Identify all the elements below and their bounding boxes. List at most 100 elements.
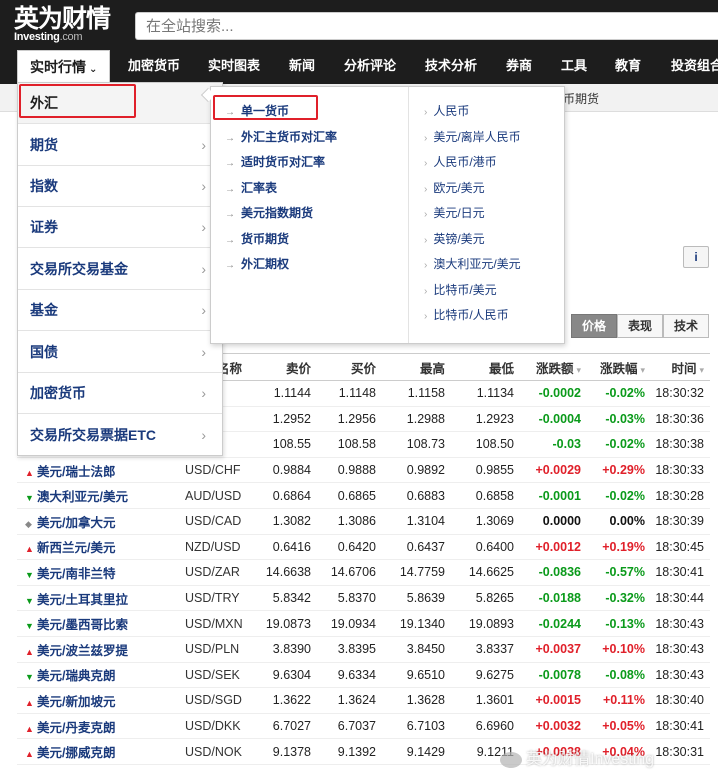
pair-name: 美元/南非兰特 <box>37 566 116 581</box>
top-bar: 英为财情 Investing.com <box>0 0 718 48</box>
pair-name-link[interactable]: ▲ 新西兰元/美元 <box>17 534 181 561</box>
nav-news[interactable]: 新闻 <box>289 48 315 84</box>
menu-item-funds[interactable]: 基金 › <box>18 290 222 331</box>
col-header-ask[interactable]: 买价 <box>317 353 382 381</box>
submenu-btc-cny[interactable]: › 比特币/人民币 <box>424 306 509 323</box>
menu-item-futures[interactable]: 期货 › <box>18 125 222 166</box>
pair-name-link[interactable]: ▼ 澳大利亚元/美元 <box>17 482 181 509</box>
table-row[interactable]: ▼ 美元/瑞典克朗 USD/SEK 9.6304 9.6334 9.6510 9.6275-… <box>17 662 710 689</box>
menu-item-etcs[interactable]: 交易所交易票据ETC › <box>18 415 222 456</box>
cell-sym: USD/CHF <box>181 457 255 484</box>
col-header-change-pct[interactable]: 涨跌幅 ▾ <box>587 353 651 381</box>
pair-name-link[interactable]: ▲ 美元/挪威克朗 <box>17 738 181 765</box>
menu-item-crypto[interactable]: 加密货币 › <box>18 373 222 414</box>
submenu-major-pairs[interactable]: → 外汇主货币对汇率 <box>225 128 337 145</box>
pair-name-link[interactable]: ▲ 美元/丹麦克朗 <box>17 713 181 740</box>
cell-time: 18:30:32 <box>651 380 710 407</box>
cell-high: 3.8450 <box>382 636 451 663</box>
submenu-single-currency[interactable]: → 单一货币 <box>225 102 289 119</box>
nav-crypto[interactable]: 加密货币 <box>128 48 180 84</box>
cell-ask: 3.8395 <box>317 636 382 663</box>
arrow-right-icon: → <box>225 133 235 144</box>
pair-name-link[interactable]: ▲ 美元/波兰兹罗提 <box>17 636 181 663</box>
col-header-low[interactable]: 最低 <box>451 353 520 381</box>
table-row[interactable]: ▲ 美元/新加坡元 USD/SGD 1.3622 1.3624 1.3628 1.3601 +… <box>17 687 710 714</box>
sub-nav-item[interactable]: 币期货 <box>563 90 599 107</box>
submenu-aud-usd[interactable]: › 澳大利亚元/美元 <box>424 255 521 272</box>
cell-chg: -0.0836 <box>520 559 587 586</box>
col-header-time-label: 时间 <box>671 361 697 376</box>
submenu-fx-options[interactable]: → 外汇期权 <box>225 255 289 272</box>
pair-name-link[interactable]: ◆ 美元/加拿大元 <box>17 508 181 535</box>
chevron-right-icon: › <box>201 178 206 194</box>
col-header-change[interactable]: 涨跌额 ▾ <box>520 353 587 381</box>
table-row[interactable]: ▼ 澳大利亚元/美元 AUD/USD 0.6864 0.6865 0.6883 0.6858… <box>17 482 710 509</box>
nav-technical[interactable]: 技术分析 <box>425 48 477 84</box>
submenu-usd-jpy[interactable]: › 美元/日元 <box>424 204 485 221</box>
menu-item-label: 期货 <box>30 137 58 153</box>
pair-name-link[interactable]: ▼ 美元/瑞典克朗 <box>17 662 181 689</box>
cell-high: 108.73 <box>382 431 451 458</box>
tab-technical[interactable]: 技术 <box>663 314 709 338</box>
search-input[interactable] <box>136 13 718 39</box>
info-icon[interactable]: i <box>683 246 709 268</box>
arrow-down-icon: ▼ <box>25 595 34 606</box>
nav-analysis[interactable]: 分析评论 <box>344 48 396 84</box>
pair-name-link[interactable]: ▲ 美元/新加坡元 <box>17 687 181 714</box>
cell-low: 0.6858 <box>451 482 520 509</box>
pair-name-link[interactable]: ▲ 美元/瑞士法郎 <box>17 457 181 484</box>
submenu-cny[interactable]: › 人民币 <box>424 102 469 119</box>
cell-high: 1.1158 <box>382 380 451 407</box>
nav-portfolio[interactable]: 投资组合 <box>671 48 718 84</box>
cell-sym: USD/MXN <box>181 610 255 637</box>
nav-live-charts[interactable]: 实时图表 <box>208 48 260 84</box>
site-logo[interactable]: 英为财情 Investing.com <box>14 6 111 43</box>
table-row[interactable]: ◆ 美元/加拿大元 USD/CAD 1.3082 1.3086 1.3104 1.3069 0… <box>17 508 710 535</box>
tab-price[interactable]: 价格 <box>571 314 617 338</box>
menu-item-bonds[interactable]: 国债 › <box>18 332 222 373</box>
col-header-time[interactable]: 时间 ▾ <box>651 353 710 381</box>
submenu-rate-table[interactable]: → 汇率表 <box>225 179 277 196</box>
cell-time: 18:30:38 <box>651 431 710 458</box>
submenu-cny-hkd[interactable]: › 人民币/港币 <box>424 153 497 170</box>
submenu-currency-futures[interactable]: → 货币期货 <box>225 230 289 247</box>
table-row[interactable]: ▼ 美元/南非兰特 USD/ZAR 14.6638 14.6706 14.7759 14.6… <box>17 559 710 586</box>
menu-item-label: 指数 <box>30 178 58 194</box>
pair-name-link[interactable]: ▼ 美元/墨西哥比索 <box>17 610 181 637</box>
tab-performance[interactable]: 表现 <box>617 314 663 338</box>
cell-pct: -0.02% <box>587 380 651 407</box>
table-row[interactable]: ▲ 美元/丹麦克朗 USD/DKK 6.7027 6.7037 6.7103 6.6960 +… <box>17 713 710 740</box>
table-row[interactable]: ▲ 美元/波兰兹罗提 USD/PLN 3.8390 3.8395 3.8450 3.8337… <box>17 636 710 663</box>
submenu-gbp-usd[interactable]: › 英镑/美元 <box>424 230 485 247</box>
nav-tools[interactable]: 工具 <box>561 48 587 84</box>
pair-name: 美元/丹麦克朗 <box>37 720 116 735</box>
table-row[interactable]: ▲ 新西兰元/美元 NZD/USD 0.6416 0.6420 0.6437 0.6400 +… <box>17 534 710 561</box>
pair-name-link[interactable]: ▼ 美元/土耳其里拉 <box>17 585 181 612</box>
menu-item-stocks[interactable]: 证券 › <box>18 207 222 248</box>
submenu-btc-usd[interactable]: › 比特币/美元 <box>424 281 497 298</box>
nav-education[interactable]: 教育 <box>615 48 641 84</box>
submenu-live-pairs[interactable]: → 适时货币对汇率 <box>225 153 325 170</box>
col-header-bid[interactable]: 卖价 <box>255 353 317 381</box>
table-row[interactable]: ▼ 美元/墨西哥比索 USD/MXN 19.0873 19.0934 19.1340 19.… <box>17 610 710 637</box>
menu-item-forex[interactable]: 外汇 <box>18 83 222 124</box>
nav-realtime-quotes[interactable]: 实时行情 ⌄ <box>17 50 111 84</box>
table-row[interactable]: ▲ 美元/瑞士法郎 USD/CHF 0.9884 0.9888 0.9892 0.9855 +… <box>17 457 710 484</box>
table-row[interactable]: ▼ 美元/土耳其里拉 USD/TRY 5.8342 5.8370 5.8639 5.8265… <box>17 585 710 612</box>
menu-item-indices[interactable]: 指数 › <box>18 166 222 207</box>
nav-brokers[interactable]: 券商 <box>506 48 532 84</box>
search-box[interactable] <box>135 12 718 40</box>
submenu-dollar-index[interactable]: → 美元指数期货 <box>225 204 313 221</box>
cell-high: 6.7103 <box>382 713 451 740</box>
cell-sym: USD/ZAR <box>181 559 255 586</box>
col-header-high[interactable]: 最高 <box>382 353 451 381</box>
menu-item-etfs[interactable]: 交易所交易基金 › <box>18 249 222 290</box>
submenu-eur-usd[interactable]: › 欧元/美元 <box>424 179 485 196</box>
cell-time: 18:30:28 <box>651 482 710 509</box>
col-header-change-pct-label: 涨跌幅 <box>599 361 638 376</box>
pair-name-link[interactable]: ▼ 美元/南非兰特 <box>17 559 181 586</box>
submenu-usd-cnh[interactable]: › 美元/离岸人民币 <box>424 128 521 145</box>
cell-low: 6.6960 <box>451 713 520 740</box>
cell-ask: 5.8370 <box>317 585 382 612</box>
pair-name: 美元/波兰兹罗提 <box>37 643 128 658</box>
